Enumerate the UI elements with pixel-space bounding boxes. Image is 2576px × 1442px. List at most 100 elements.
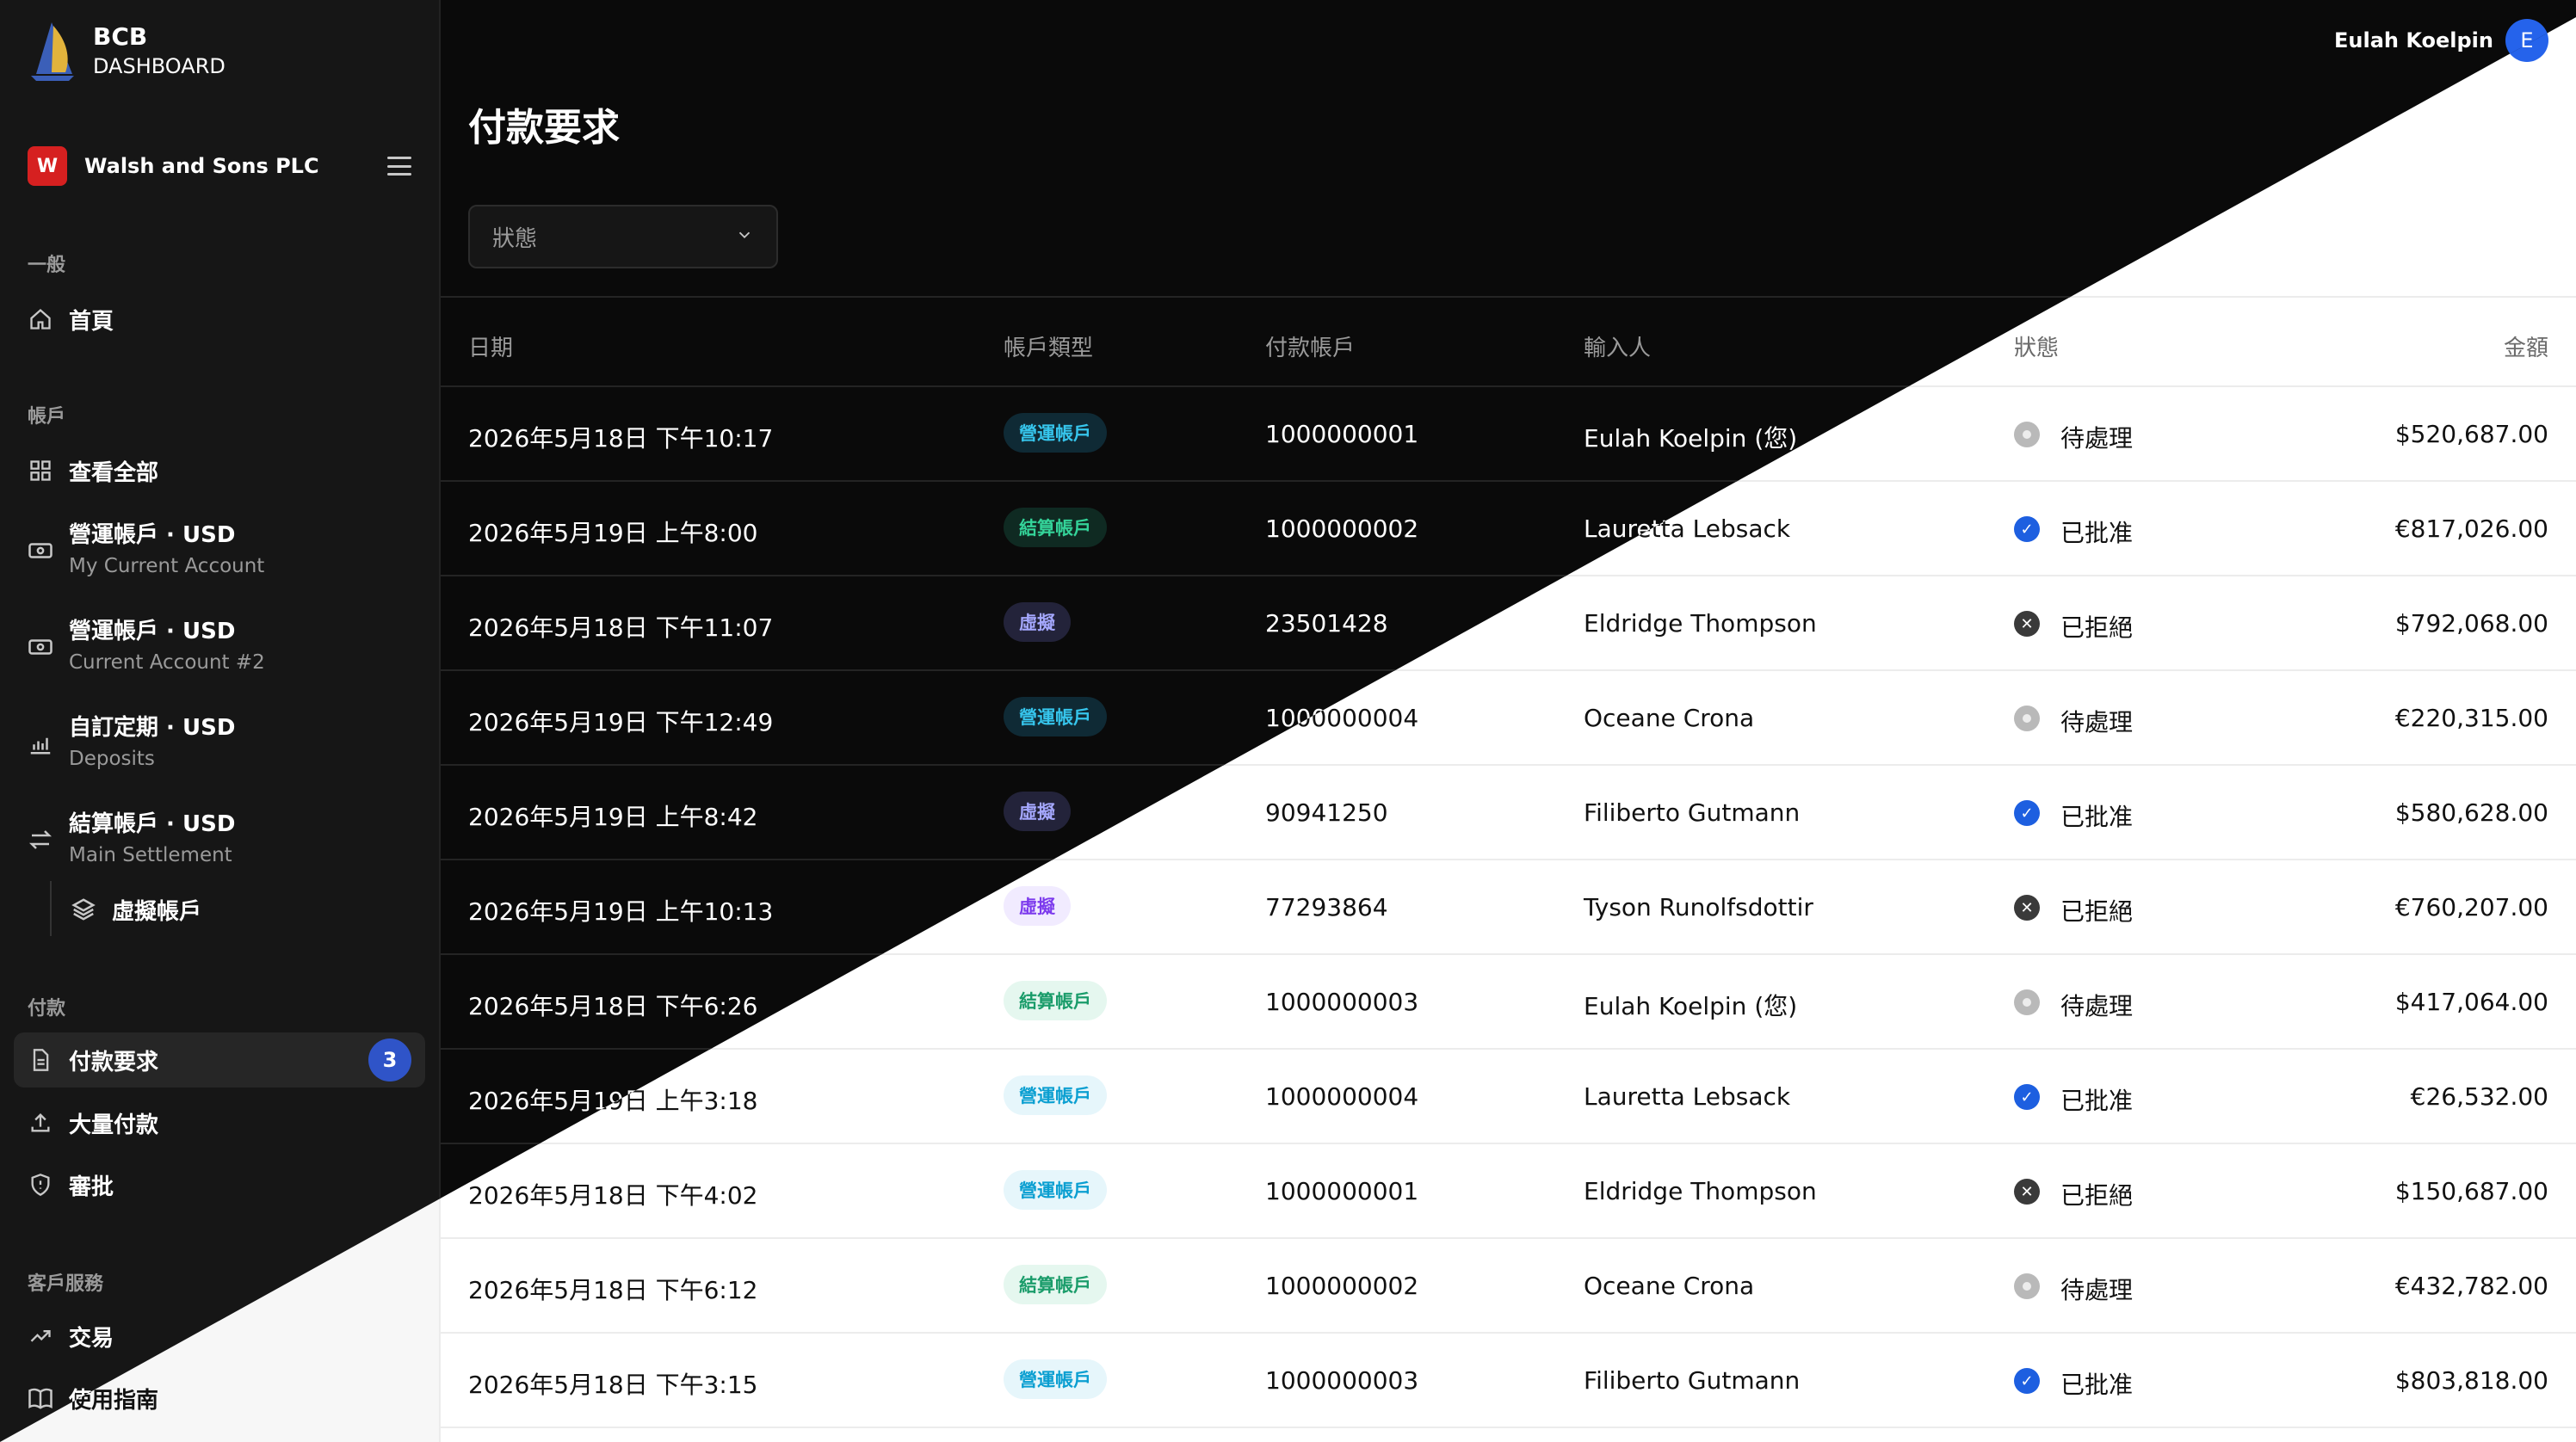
account-type-badge: 營運帳戶 — [1004, 1170, 1107, 1210]
check-circle-icon: ✓ — [2014, 800, 2040, 826]
row-status: 已批准 — [2060, 1087, 2134, 1115]
page-title: 付款要求 — [468, 106, 620, 150]
brand-name: BCB — [93, 22, 148, 51]
table-row[interactable]: 2026年5月18日 下午3:15 營運帳戶 1000000003 Filibe… — [441, 1334, 2576, 1428]
x-circle-icon: ✕ — [2014, 1179, 2040, 1205]
column-header-amount[interactable]: 金額 — [2504, 330, 2548, 362]
column-header-account[interactable]: 付款帳戶 — [1265, 330, 1355, 362]
row-amount: $792,068.00 — [2394, 609, 2548, 638]
column-header-inputter[interactable]: 輸入人 — [1584, 330, 1651, 362]
row-amount: €26,532.00 — [2410, 1082, 2548, 1111]
sail-logo-icon — [31, 22, 74, 81]
section-customer-service: 客戶服務 — [28, 1273, 104, 1295]
pending-circle-icon — [2014, 989, 2040, 1015]
nav-label: 首頁 — [69, 308, 114, 335]
grid-icon — [26, 456, 55, 485]
account-label: 營運帳戶 · USD — [69, 619, 236, 644]
row-amount: €760,207.00 — [2394, 893, 2548, 921]
company-switcher[interactable]: W Walsh and Sons PLC — [28, 143, 411, 189]
shield-icon — [26, 1170, 55, 1199]
row-account-number: 1000000002 — [1265, 1272, 1419, 1300]
row-inputter: Lauretta Lebsack — [1584, 1082, 1791, 1111]
section-payments: 付款 — [28, 998, 66, 1020]
book-icon — [26, 1383, 55, 1413]
nav-account-current-2[interactable]: 營運帳戶 · USD Current Account #2 — [14, 613, 425, 681]
nav-label: 大量付款 — [69, 1112, 159, 1138]
column-header-date[interactable]: 日期 — [468, 330, 513, 362]
brand-logo[interactable]: BCB DASHBOARD — [28, 21, 225, 83]
row-inputter: Oceane Crona — [1584, 1272, 1755, 1300]
company-avatar: W — [28, 146, 67, 186]
row-amount: $417,064.00 — [2394, 988, 2548, 1016]
nav-label: 審批 — [69, 1174, 114, 1200]
x-circle-icon: ✕ — [2014, 611, 2040, 637]
row-status: 待處理 — [2060, 992, 2134, 1020]
nav-account-deposits[interactable]: 自訂定期 · USD Deposits — [14, 709, 425, 778]
row-amount: $520,687.00 — [2394, 420, 2548, 448]
account-type-badge: 結算帳戶 — [1004, 1265, 1107, 1304]
cash-icon — [26, 632, 55, 662]
row-date: 2026年5月19日 上午10:13 — [468, 897, 774, 926]
x-circle-icon: ✕ — [2014, 895, 2040, 921]
nav-account-settlement[interactable]: 結算帳戶 · USD Main Settlement — [14, 805, 425, 874]
sidebar: BCB DASHBOARD W Walsh and Sons PLC 一般 首頁… — [0, 0, 441, 1442]
pending-circle-icon — [2014, 422, 2040, 447]
row-status: 已拒絕 — [2060, 1181, 2134, 1210]
row-account-number: 90941250 — [1265, 798, 1388, 827]
hamburger-menu-icon[interactable] — [387, 157, 411, 176]
document-icon — [26, 1045, 55, 1075]
row-account-number: 1000000003 — [1265, 1366, 1419, 1395]
account-type-badge: 結算帳戶 — [1004, 981, 1107, 1020]
row-inputter: Eldridge Thompson — [1584, 1177, 1817, 1205]
nav-home[interactable]: 首頁 — [14, 298, 425, 341]
company-name: Walsh and Sons PLC — [84, 154, 319, 178]
row-amount: €432,782.00 — [2394, 1272, 2548, 1300]
brand-subtitle: DASHBOARD — [93, 54, 225, 78]
row-status: 待處理 — [2060, 424, 2134, 453]
row-account-number: 77293864 — [1265, 893, 1388, 921]
row-inputter: Oceane Crona — [1584, 704, 1755, 732]
chart-bars-icon — [26, 729, 55, 758]
row-inputter: Filiberto Gutmann — [1584, 1366, 1801, 1395]
account-name: Deposits — [69, 748, 155, 770]
row-account-number: 23501428 — [1265, 609, 1388, 638]
check-circle-icon: ✓ — [2014, 1084, 2040, 1110]
nav-view-all[interactable]: 查看全部 — [14, 449, 425, 492]
row-date: 2026年5月18日 下午3:15 — [468, 1371, 758, 1399]
row-account-number: 1000000002 — [1265, 515, 1419, 543]
account-type-badge: 營運帳戶 — [1004, 1075, 1107, 1115]
account-name: My Current Account — [69, 555, 265, 577]
nav-account-current-1[interactable]: 營運帳戶 · USD My Current Account — [14, 516, 425, 585]
column-header-status[interactable]: 狀態 — [2014, 330, 2059, 362]
nav-approvals[interactable]: 審批 — [14, 1163, 425, 1206]
pending-circle-icon — [2014, 706, 2040, 731]
status-filter-value: 狀態 — [492, 225, 538, 252]
nav-payment-requests[interactable]: 付款要求 3 — [14, 1032, 425, 1088]
account-label: 自訂定期 · USD — [69, 715, 236, 741]
column-header-account-type[interactable]: 帳戶類型 — [1004, 330, 1093, 362]
table-row[interactable]: 2026年5月18日 下午4:02 營運帳戶 1000000001 Eldrid… — [441, 1144, 2576, 1239]
account-name: Current Account #2 — [69, 651, 265, 674]
row-status: 待處理 — [2060, 708, 2134, 736]
account-type-badge: 營運帳戶 — [1004, 697, 1107, 736]
row-inputter: Filiberto Gutmann — [1584, 798, 1801, 827]
nav-virtual-accounts[interactable]: 虛擬帳戶 — [57, 888, 425, 931]
row-inputter: Eldridge Thompson — [1584, 609, 1817, 638]
layers-icon — [69, 895, 98, 924]
status-filter-select[interactable]: 狀態 — [468, 205, 778, 268]
check-circle-icon: ✓ — [2014, 1368, 2040, 1394]
row-account-number: 1000000001 — [1265, 420, 1419, 448]
row-date: 2026年5月18日 下午6:12 — [468, 1276, 758, 1304]
nav-bulk-payments[interactable]: 大量付款 — [14, 1101, 425, 1144]
home-icon — [26, 305, 55, 334]
check-circle-icon: ✓ — [2014, 516, 2040, 542]
table-row[interactable]: 2026年5月19日 上午3:18 營運帳戶 1000000004 Lauret… — [441, 1050, 2576, 1144]
row-account-number: 1000000004 — [1265, 1082, 1419, 1111]
row-status: 已拒絕 — [2060, 897, 2134, 926]
row-inputter: Eulah Koelpin (您) — [1584, 992, 1798, 1020]
row-status: 已拒絕 — [2060, 613, 2134, 642]
account-type-badge: 虛擬 — [1004, 886, 1071, 926]
table-row[interactable]: 2026年5月18日 下午6:12 結算帳戶 1000000002 Oceane… — [441, 1239, 2576, 1334]
account-type-badge: 營運帳戶 — [1004, 413, 1107, 453]
nav-label: 付款要求 — [69, 1049, 159, 1075]
